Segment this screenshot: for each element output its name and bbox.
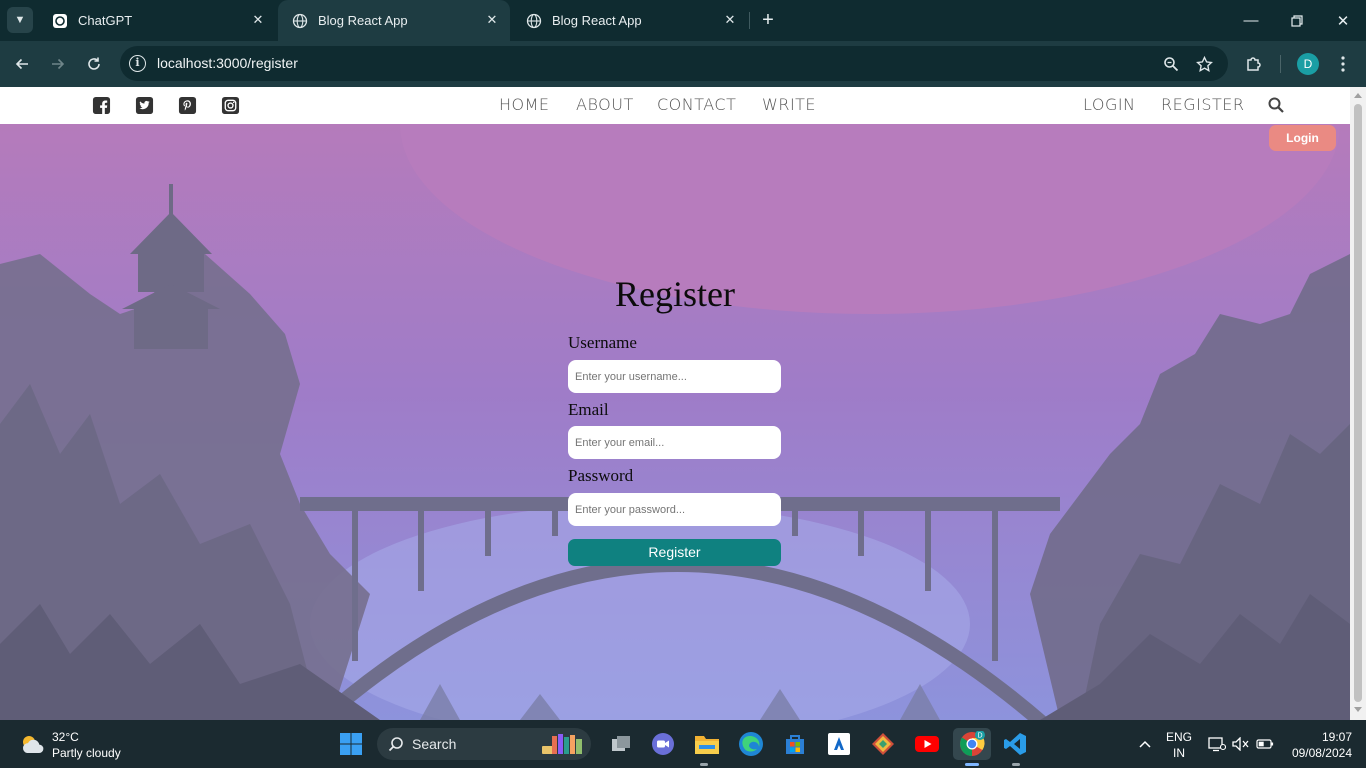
browser-menu-icon[interactable] (1329, 50, 1357, 78)
close-tab-icon[interactable]: ✕ (250, 12, 266, 28)
tab-chatgpt[interactable]: ChatGPT ✕ (38, 0, 276, 41)
profile-avatar[interactable]: D (1297, 53, 1319, 75)
new-tab-icon[interactable]: + (756, 8, 780, 32)
meet-video-icon[interactable] (647, 728, 679, 760)
forward-icon[interactable] (44, 50, 72, 78)
scroll-down-icon[interactable] (1354, 707, 1362, 712)
extensions-icon[interactable] (1240, 50, 1268, 78)
nav-login[interactable]: LOGIN (1083, 95, 1136, 114)
minimize-icon[interactable]: — (1228, 0, 1274, 41)
language-region: IN (1173, 746, 1185, 760)
edge-browser-icon[interactable] (735, 728, 767, 760)
weather-description: Partly cloudy (52, 746, 121, 760)
url-text[interactable]: localhost:3000/register (157, 55, 298, 71)
email-label: Email (568, 400, 609, 419)
tab-blog-react-app[interactable]: Blog React App ✕ (512, 0, 748, 41)
nav-write[interactable]: WRITE (762, 95, 816, 114)
taskbar-search-label: Search (412, 736, 457, 752)
page-viewport: HOME ABOUT CONTACT WRITE LOGIN REGISTER … (0, 87, 1350, 720)
zoom-icon[interactable] (1157, 50, 1185, 78)
tab-search-dropdown-icon[interactable]: ▼ (7, 7, 33, 33)
weather-widget[interactable]: 32°C Partly cloudy (18, 729, 121, 761)
search-highlight-books-icon (542, 734, 582, 754)
search-icon (388, 737, 403, 752)
youtube-icon[interactable] (911, 728, 943, 760)
windows-taskbar: 32°C Partly cloudy Search D ENG IN 19:07… (0, 720, 1366, 768)
back-icon[interactable] (8, 50, 36, 78)
system-clock[interactable]: 19:07 09/08/2024 (1286, 729, 1352, 761)
nav-about[interactable]: ABOUT (576, 95, 634, 114)
task-view-icon[interactable] (605, 728, 637, 760)
register-title: Register (615, 274, 735, 314)
toolbar-divider (1280, 55, 1281, 73)
tab-separator (749, 12, 750, 29)
close-window-icon[interactable]: ✕ (1320, 0, 1366, 41)
chatgpt-favicon-icon (52, 13, 68, 29)
weather-temperature: 32°C (52, 730, 79, 744)
file-explorer-icon[interactable] (691, 728, 723, 760)
register-submit-button[interactable]: Register (568, 539, 781, 566)
address-bar[interactable]: i localhost:3000/register (120, 46, 1228, 81)
active-app-indicator (965, 763, 979, 766)
volume-muted-icon[interactable] (1230, 720, 1252, 768)
facebook-icon[interactable] (92, 96, 111, 115)
tab-title: Blog React App (552, 13, 642, 28)
running-indicator (700, 763, 708, 766)
instagram-icon[interactable] (221, 96, 240, 115)
browser-toolbar: i localhost:3000/register D (0, 41, 1366, 87)
tab-title: ChatGPT (78, 13, 133, 28)
close-tab-icon[interactable]: ✕ (484, 12, 500, 28)
partly-cloudy-icon (22, 736, 44, 754)
close-tab-icon[interactable]: ✕ (722, 12, 738, 28)
page-scrollbar[interactable] (1350, 87, 1366, 720)
scrollbar-thumb[interactable] (1354, 104, 1362, 702)
nav-contact[interactable]: CONTACT (657, 95, 736, 114)
username-input[interactable]: Enter your username... (568, 360, 781, 393)
pinterest-icon[interactable] (178, 96, 197, 115)
clock-time: 19:07 (1321, 730, 1352, 744)
tab-blog-react-app-active[interactable]: Blog React App ✕ (278, 0, 510, 41)
network-icon[interactable] (1206, 720, 1228, 768)
site-top-bar: HOME ABOUT CONTACT WRITE LOGIN REGISTER (0, 87, 1350, 124)
scroll-up-icon[interactable] (1354, 93, 1362, 98)
username-label: Username (568, 333, 637, 352)
clock-date: 09/08/2024 (1291, 746, 1352, 760)
microsoft-store-icon[interactable] (779, 728, 811, 760)
email-input[interactable]: Enter your email... (568, 426, 781, 459)
password-label: Password (568, 466, 634, 485)
password-input[interactable]: Enter your password... (568, 493, 781, 526)
site-info-icon[interactable]: i (129, 55, 146, 72)
battery-icon[interactable] (1254, 720, 1276, 768)
search-icon[interactable] (1267, 96, 1285, 114)
running-indicator (1012, 763, 1020, 766)
restore-icon[interactable] (1274, 0, 1320, 41)
reload-icon[interactable] (80, 50, 108, 78)
taskbar-search-box[interactable]: Search (377, 728, 591, 760)
windows-start-icon[interactable] (335, 728, 367, 760)
bookmark-star-icon[interactable] (1190, 50, 1218, 78)
twitter-icon[interactable] (135, 96, 154, 115)
tab-title: Blog React App (318, 13, 408, 28)
language-code: ENG (1165, 730, 1192, 744)
svg-text:D: D (977, 733, 982, 740)
language-indicator[interactable]: ENG IN (1164, 729, 1194, 761)
globe-icon (292, 13, 308, 29)
vscode-icon[interactable] (999, 728, 1031, 760)
show-hidden-icons-icon[interactable] (1134, 720, 1156, 768)
azure-app-icon[interactable] (823, 728, 855, 760)
snipping-tool-icon[interactable] (867, 728, 899, 760)
nav-register[interactable]: REGISTER (1161, 95, 1245, 114)
nav-home[interactable]: HOME (499, 95, 550, 114)
background-landscape-image (0, 124, 1350, 720)
globe-icon (526, 13, 542, 29)
chrome-browser-icon[interactable]: D (953, 728, 991, 760)
login-button[interactable]: Login (1269, 125, 1336, 151)
browser-tab-bar: ▼ ChatGPT ✕ Blog React App ✕ Blog React … (0, 0, 1366, 41)
